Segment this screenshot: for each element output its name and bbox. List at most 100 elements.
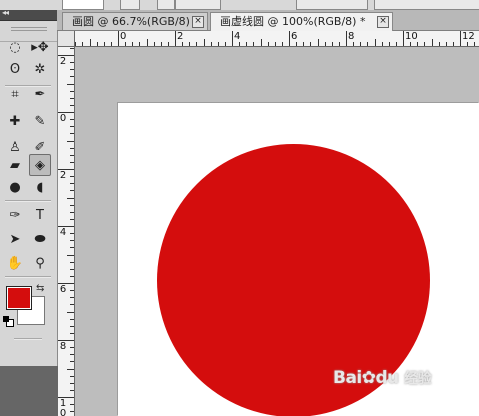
ruler-tick — [460, 31, 461, 46]
options-dropdown[interactable] — [374, 0, 479, 10]
ruler-tick — [70, 90, 74, 92]
ruler-tick — [67, 254, 74, 256]
ruler-tick — [70, 204, 74, 206]
ruler-label: 4 — [59, 227, 67, 238]
magic-wand-icon[interactable]: ✲ — [29, 58, 91, 92]
marquee-tool-icon[interactable]: ◌ — [4, 36, 66, 70]
tab-document-1[interactable]: 画圆 @ 66.7%(RGB/8) × — [62, 12, 208, 30]
zoom-tool-icon[interactable]: ⚲ — [29, 252, 91, 286]
close-icon[interactable]: × — [192, 16, 204, 28]
marquee-tool-glyph: ◌ — [9, 39, 21, 55]
magic-wand-glyph: ✲ — [34, 61, 46, 77]
ruler-tick — [253, 42, 255, 46]
ruler-tick — [70, 233, 74, 235]
ruler-tick — [388, 42, 390, 46]
options-field[interactable] — [62, 0, 104, 10]
options-swatch[interactable] — [157, 0, 175, 10]
lasso-tool-icon[interactable]: ʘ — [4, 58, 66, 92]
dodge-tool-icon[interactable]: ◖ — [29, 176, 91, 210]
ruler-tick — [70, 126, 74, 128]
move-tool-icon[interactable]: ▸✥ — [29, 36, 91, 70]
swap-colors-icon[interactable]: ⇆ — [36, 283, 44, 294]
brush-tool-glyph: ✎ — [34, 113, 46, 129]
horizontal-ruler[interactable]: 0 2 4 6 8 10 12 — [75, 31, 479, 47]
collapse-icon[interactable]: ◂◂ — [2, 8, 9, 17]
ruler-tick — [70, 176, 74, 178]
ruler-label: 2 — [59, 170, 67, 181]
ruler-tick — [353, 42, 355, 46]
ruler-tick — [196, 42, 198, 46]
ruler-tick — [70, 290, 74, 292]
blur-tool-icon[interactable]: ● — [4, 176, 66, 210]
dodge-tool-glyph: ◖ — [36, 179, 44, 195]
baidu-watermark: Bai✿du 经验 — [333, 368, 432, 388]
ruler-tick — [452, 42, 454, 46]
ruler-tick — [224, 42, 226, 46]
ruler-tick — [70, 325, 74, 327]
vertical-ruler[interactable]: 20246810 — [58, 47, 75, 416]
ruler-tick — [139, 42, 141, 46]
ruler-tick — [70, 97, 74, 99]
options-swatch[interactable] — [120, 0, 140, 10]
toolbox-separator — [5, 200, 51, 202]
ruler-tick — [239, 42, 241, 46]
ruler-tick — [395, 42, 397, 46]
tab-title: 画虚线圆 @ 100%(RGB/8) * — [220, 15, 366, 28]
crop-tool-glyph: ⌗ — [11, 86, 19, 102]
eraser-tool-icon[interactable]: ▰ — [4, 154, 66, 188]
hand-tool-icon[interactable]: ✋ — [4, 252, 66, 286]
foreground-color-swatch[interactable] — [6, 286, 32, 310]
toolbox-header[interactable]: ◂◂ — [0, 8, 57, 21]
ruler-tick — [296, 42, 298, 46]
toolbox-dock-empty — [0, 366, 58, 416]
eraser-tool-glyph: ▰ — [10, 157, 20, 173]
healing-brush-icon[interactable]: ✚ — [4, 110, 66, 144]
path-selection-icon[interactable]: ➤ — [4, 228, 66, 262]
ruler-tick — [431, 39, 433, 46]
ruler-tick — [445, 42, 447, 46]
ruler-origin[interactable] — [58, 31, 75, 47]
ruler-tick — [70, 161, 74, 163]
watermark-suffix: 经验 — [404, 371, 432, 387]
type-tool-glyph: T — [36, 207, 44, 223]
healing-brush-glyph: ✚ — [9, 113, 21, 129]
ruler-tick — [331, 42, 333, 46]
pen-tool-glyph: ✑ — [9, 207, 21, 223]
ruler-label: 12 — [462, 31, 475, 42]
pen-tool-icon[interactable]: ✑ — [4, 204, 66, 238]
ruler-tick — [210, 42, 212, 46]
blur-tool-glyph: ● — [9, 179, 21, 195]
tab-document-2[interactable]: 画虚线圆 @ 100%(RGB/8) * × — [210, 12, 393, 31]
ruler-tick — [70, 382, 74, 384]
ruler-label: 2 — [177, 31, 184, 42]
ruler-label: 0 — [120, 31, 127, 42]
paw-icon: ✿ — [361, 368, 376, 388]
default-colors-icon[interactable] — [3, 316, 14, 327]
ruler-tick — [70, 104, 74, 106]
ruler-tick — [70, 133, 74, 135]
ruler-tick — [246, 42, 248, 46]
watermark-text: Bai — [333, 368, 362, 388]
ruler-tick — [360, 42, 362, 46]
ruler-tick — [310, 42, 312, 46]
document-workspace[interactable] — [75, 47, 479, 416]
ruler-tick — [289, 31, 290, 46]
ruler-tick — [232, 31, 233, 46]
clone-stamp-glyph: ♙ — [9, 139, 21, 155]
type-tool-icon[interactable]: T — [29, 204, 91, 238]
ruler-tick — [417, 42, 419, 46]
eyedropper-glyph: ✒ — [34, 86, 46, 102]
brush-tool-icon[interactable]: ✎ — [29, 110, 91, 144]
ruler-tick — [110, 42, 112, 46]
ruler-tick — [424, 42, 426, 46]
ruler-tick — [410, 42, 412, 46]
zoom-tool-glyph: ⚲ — [35, 255, 45, 271]
ruler-tick — [381, 42, 383, 46]
close-icon[interactable]: × — [377, 16, 389, 28]
options-dropdown[interactable] — [175, 0, 221, 10]
ruler-tick — [70, 411, 74, 413]
lasso-tool-glyph: ʘ — [9, 61, 21, 77]
paint-bucket-icon[interactable]: ◈ — [29, 154, 92, 189]
options-dropdown[interactable] — [296, 0, 368, 10]
ellipse-shape-icon[interactable]: ⬬ — [29, 228, 91, 262]
